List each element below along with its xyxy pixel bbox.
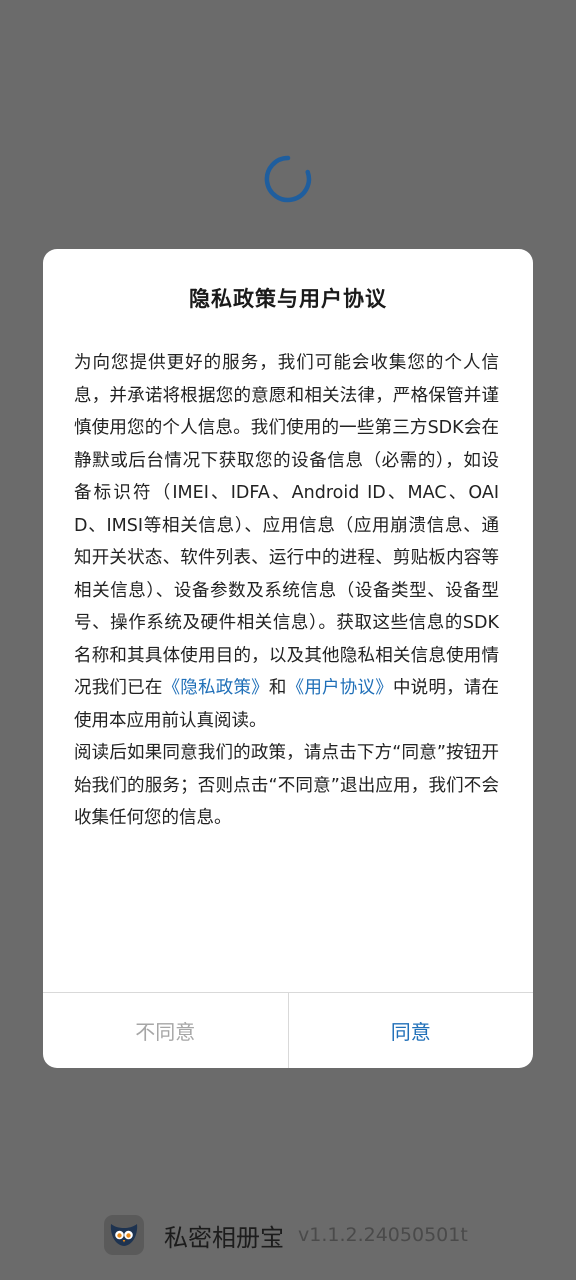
app-branding: 私密相册宝 v1.1.2.24050501t [104, 1213, 468, 1257]
body-paragraph-2: 阅读后如果同意我们的政策，请点击下方“同意”按钮开始我们的服务；否则点击“不同意… [74, 743, 499, 828]
loading-spinner-icon [264, 155, 312, 203]
app-version: v1.1.2.24050501t [298, 1224, 468, 1246]
dialog-body: 为向您提供更好的服务，我们可能会收集您的个人信息，并承诺将根据您的意愿和相关法律… [74, 347, 499, 835]
privacy-policy-link[interactable]: 《隐私政策》 [163, 678, 269, 698]
owl-app-icon [104, 1215, 144, 1255]
body-paragraph-1: 为向您提供更好的服务，我们可能会收集您的个人信息，并承诺将根据您的意愿和相关法律… [74, 347, 499, 737]
disagree-button[interactable]: 不同意 [43, 993, 289, 1068]
user-agreement-link[interactable]: 《用户协议》 [287, 678, 393, 698]
dialog-title: 隐私政策与用户协议 [189, 287, 387, 311]
body-text-part1: 为向您提供更好的服务，我们可能会收集您的个人信息，并承诺将根据您的意愿和相关法律… [74, 353, 499, 698]
and-text: 和 [268, 678, 287, 698]
privacy-dialog: 隐私政策与用户协议 为向您提供更好的服务，我们可能会收集您的个人信息，并承诺将根… [43, 249, 533, 1068]
agree-button[interactable]: 同意 [289, 993, 534, 1068]
dialog-buttons: 不同意 同意 [43, 992, 533, 1068]
app-name: 私密相册宝 [164, 1223, 284, 1252]
